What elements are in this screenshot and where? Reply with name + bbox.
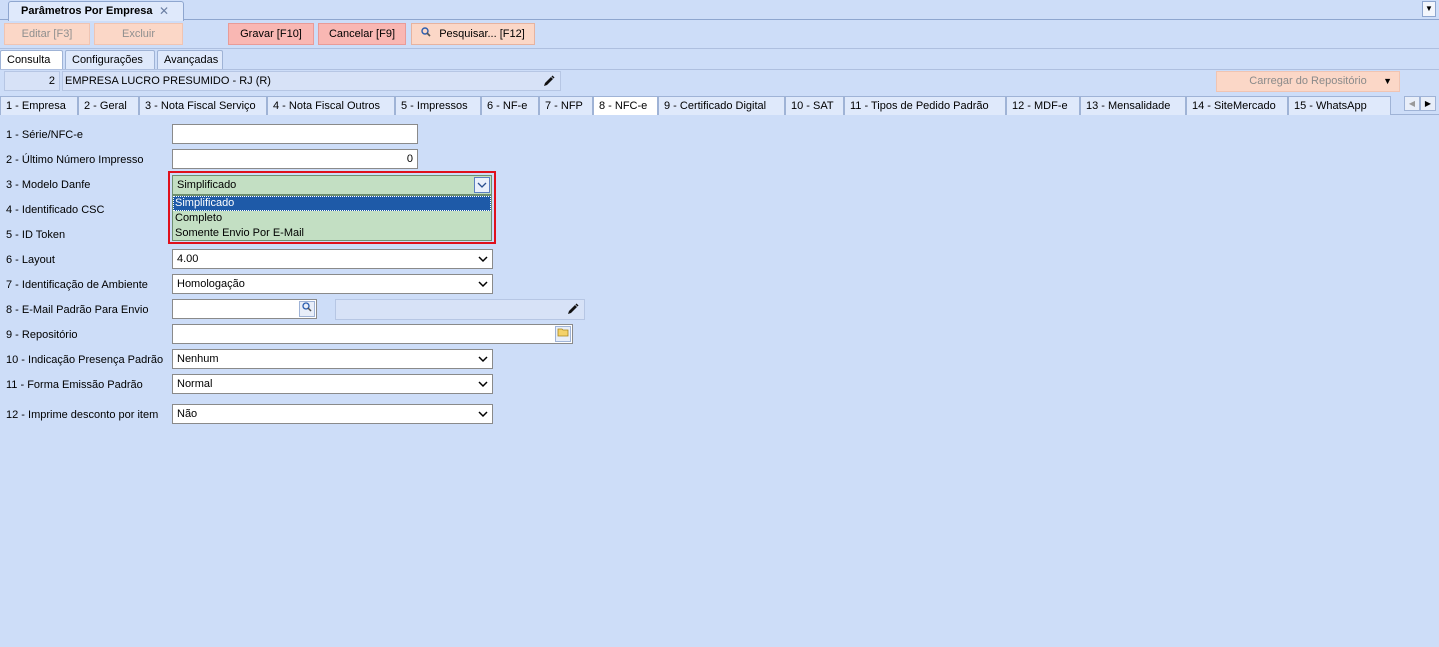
forma-emissao-select[interactable]: Normal [172, 374, 493, 394]
option-simplificado[interactable]: Simplificado [173, 196, 491, 211]
toolbar-divider [0, 48, 1439, 49]
layout-select[interactable]: 4.00 [172, 249, 493, 269]
chevron-down-icon [477, 407, 489, 421]
tab-certificado-digital[interactable]: 9 - Certificado Digital [658, 96, 785, 115]
chevron-down-icon [477, 377, 489, 391]
load-repository-label: Carregar do Repositório [1249, 75, 1367, 87]
ultimo-numero-input[interactable]: 0 [172, 149, 418, 169]
company-name: EMPRESA LUCRO PRESUMIDO - RJ (R) [65, 75, 271, 87]
email-description-field [335, 299, 585, 320]
lookup-search-icon[interactable] [299, 301, 315, 317]
email-input[interactable] [172, 299, 317, 319]
modelo-danfe-select[interactable]: Simplificado [172, 175, 492, 195]
window-tab-title: Parâmetros Por Empresa [21, 5, 153, 17]
repositorio-input[interactable] [172, 324, 573, 344]
tab-nfe[interactable]: 6 - NF-e [481, 96, 539, 115]
chevron-down-icon[interactable] [474, 177, 490, 193]
pencil-icon[interactable] [543, 75, 555, 89]
layout-value: 4.00 [177, 253, 199, 265]
label-desconto-item: 12 - Imprime desconto por item [6, 409, 159, 421]
cancel-button[interactable]: Cancelar [F9] [318, 23, 406, 45]
window-menu-chevron-icon[interactable]: ▼ [1422, 1, 1436, 17]
tab-empresa[interactable]: 1 - Empresa [0, 96, 78, 115]
tab-avancadas[interactable]: Avançadas [157, 50, 223, 69]
scroll-left-icon[interactable]: ◀ [1404, 96, 1420, 111]
load-repository-button[interactable]: Carregar do Repositório ▼ [1216, 71, 1400, 92]
label-ultimo-numero: 2 - Último Número Impresso [6, 154, 144, 166]
presenca-select[interactable]: Nenhum [172, 349, 493, 369]
tab-mdfe[interactable]: 12 - MDF-e [1006, 96, 1080, 115]
save-button[interactable]: Gravar [F10] [228, 23, 314, 45]
label-ambiente: 7 - Identificação de Ambiente [6, 279, 148, 291]
serie-input[interactable] [172, 124, 418, 144]
tab-nota-fiscal-servico[interactable]: 3 - Nota Fiscal Serviço [139, 96, 267, 115]
chevron-down-icon [477, 277, 489, 291]
window-tab[interactable]: Parâmetros Por Empresa ✕ [8, 1, 184, 21]
label-csc: 4 - Identificado CSC [6, 204, 105, 216]
ambiente-select[interactable]: Homologação [172, 274, 493, 294]
tab-whatsapp[interactable]: 15 - WhatsApp [1288, 96, 1391, 115]
dropdown-arrow-icon: ▼ [1383, 76, 1392, 86]
label-id-token: 5 - ID Token [6, 229, 66, 241]
folder-icon[interactable] [555, 326, 571, 342]
window-tab-strip [0, 0, 1439, 20]
presenca-value: Nenhum [177, 353, 219, 365]
tab-sat[interactable]: 10 - SAT [785, 96, 844, 115]
close-icon[interactable]: ✕ [159, 4, 169, 18]
tab-mensalidade[interactable]: 13 - Mensalidade [1080, 96, 1186, 115]
chevron-down-icon [477, 252, 489, 266]
modelo-danfe-options: Simplificado Completo Somente Envio Por … [172, 195, 492, 241]
label-repositorio: 9 - Repositório [6, 329, 78, 341]
option-completo[interactable]: Completo [173, 211, 491, 226]
company-code: 2 [4, 71, 60, 91]
tab-nfce[interactable]: 8 - NFC-e [593, 96, 658, 115]
tab-tipos-pedido-padrao[interactable]: 11 - Tipos de Pedido Padrão [844, 96, 1006, 115]
tab-nota-fiscal-outros[interactable]: 4 - Nota Fiscal Outros [267, 96, 395, 115]
scroll-right-icon[interactable]: ▶ [1420, 96, 1436, 111]
tab-nfp[interactable]: 7 - NFP [539, 96, 593, 115]
tab-configuracoes[interactable]: Configurações [65, 50, 155, 69]
top-tabs-divider [0, 69, 1439, 70]
label-forma-emissao: 11 - Forma Emissão Padrão [6, 379, 143, 391]
search-icon [421, 24, 431, 44]
tab-impressos[interactable]: 5 - Impressos [395, 96, 481, 115]
label-serie: 1 - Série/NFC-e [6, 129, 84, 141]
label-layout: 6 - Layout [6, 254, 55, 266]
option-somente-email[interactable]: Somente Envio Por E-Mail [173, 226, 491, 241]
desconto-item-select[interactable]: Não [172, 404, 493, 424]
label-email: 8 - E-Mail Padrão Para Envio [6, 304, 149, 316]
ambiente-value: Homologação [177, 278, 245, 290]
forma-emissao-value: Normal [177, 378, 213, 390]
pencil-icon[interactable] [567, 303, 579, 318]
edit-button[interactable]: Editar [F3] [4, 23, 90, 45]
delete-button[interactable]: Excluir [94, 23, 183, 45]
desconto-item-value: Não [177, 408, 198, 420]
tab-consulta[interactable]: Consulta [0, 50, 63, 70]
modelo-danfe-value: Simplificado [177, 179, 237, 191]
label-presenca: 10 - Indicação Presença Padrão [6, 354, 164, 366]
label-modelo-danfe: 3 - Modelo Danfe [6, 179, 91, 191]
tab-geral[interactable]: 2 - Geral [78, 96, 139, 115]
search-button-label: Pesquisar... [F12] [439, 28, 525, 40]
search-button[interactable]: Pesquisar... [F12] [411, 23, 535, 45]
company-name-field: EMPRESA LUCRO PRESUMIDO - RJ (R) [62, 71, 561, 91]
chevron-down-icon [477, 352, 489, 366]
tab-sitemercado[interactable]: 14 - SiteMercado [1186, 96, 1288, 115]
